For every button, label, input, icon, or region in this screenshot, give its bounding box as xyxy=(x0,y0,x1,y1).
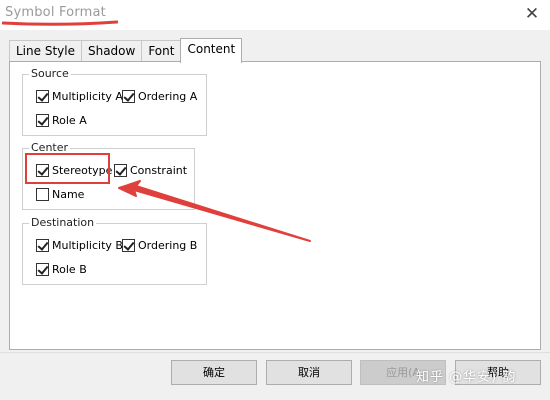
window-title: Symbol Format xyxy=(5,5,106,20)
apply-button[interactable]: 应用(A xyxy=(360,360,446,385)
ordering-b-checkbox[interactable]: Ordering B xyxy=(122,239,197,252)
tab-bar: Line Style Shadow Font Content xyxy=(9,38,243,63)
source-group-label: Source xyxy=(29,67,71,80)
checkbox-box[interactable] xyxy=(36,263,49,276)
center-group: Center Stereotype Constraint Name xyxy=(22,141,195,210)
ok-button[interactable]: 确定 xyxy=(171,360,257,385)
checkbox-label: Stereotype xyxy=(52,164,113,177)
source-group: Source Multiplicity A Ordering A Role A xyxy=(22,67,207,136)
role-a-checkbox[interactable]: Role A xyxy=(36,114,87,127)
checkbox-box[interactable] xyxy=(36,239,49,252)
checkbox-box[interactable] xyxy=(122,90,135,103)
constraint-checkbox[interactable]: Constraint xyxy=(114,164,187,177)
stereotype-checkbox[interactable]: Stereotype xyxy=(36,164,112,177)
checkbox-label: Ordering B xyxy=(138,239,198,252)
destination-group-label: Destination xyxy=(29,216,97,229)
checkbox-label: Multiplicity A xyxy=(52,90,123,103)
destination-group: Destination Multiplicity B Ordering B Ro… xyxy=(22,216,207,285)
role-b-checkbox[interactable]: Role B xyxy=(36,263,87,276)
content-panel: Source Multiplicity A Ordering A Role A … xyxy=(9,61,541,350)
checkbox-label: Role A xyxy=(52,114,87,127)
tab-shadow[interactable]: Shadow xyxy=(80,40,143,62)
help-button[interactable]: 帮助 xyxy=(455,360,541,385)
checkbox-box[interactable] xyxy=(36,164,49,177)
multiplicity-b-checkbox[interactable]: Multiplicity B xyxy=(36,239,123,252)
title-red-underline xyxy=(2,20,118,26)
checkbox-label: Name xyxy=(52,188,85,201)
cancel-button[interactable]: 取消 xyxy=(266,360,352,385)
close-icon[interactable]: ✕ xyxy=(522,4,542,24)
checkbox-box[interactable] xyxy=(36,90,49,103)
tab-font[interactable]: Font xyxy=(141,40,182,62)
checkbox-label: Constraint xyxy=(130,164,188,177)
tab-line-style[interactable]: Line Style xyxy=(9,40,82,62)
checkbox-box[interactable] xyxy=(114,164,127,177)
ordering-a-checkbox[interactable]: Ordering A xyxy=(122,90,197,103)
checkbox-box[interactable] xyxy=(122,239,135,252)
multiplicity-a-checkbox[interactable]: Multiplicity A xyxy=(36,90,123,103)
checkbox-label: Role B xyxy=(52,263,87,276)
tab-content[interactable]: Content xyxy=(180,38,243,63)
checkbox-box[interactable] xyxy=(36,114,49,127)
checkbox-label: Ordering A xyxy=(138,90,198,103)
checkbox-box[interactable] xyxy=(36,188,49,201)
name-checkbox[interactable]: Name xyxy=(36,188,84,201)
checkbox-label: Multiplicity B xyxy=(52,239,123,252)
center-group-label: Center xyxy=(29,141,71,154)
